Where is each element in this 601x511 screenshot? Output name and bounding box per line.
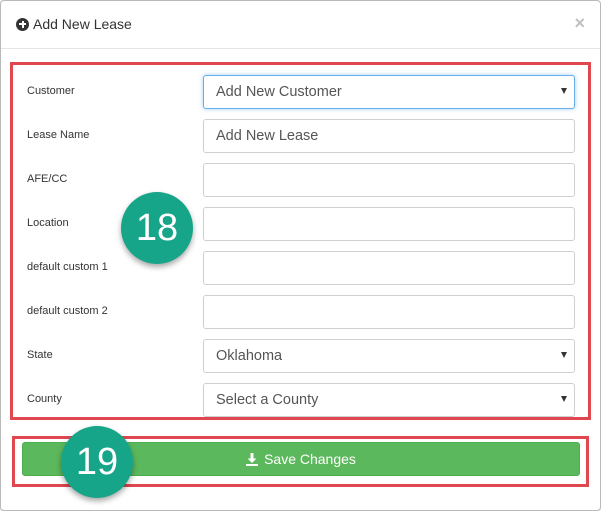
form-highlight-box [10, 62, 591, 420]
close-button[interactable]: × [574, 14, 585, 32]
step-badge-19: 19 [61, 426, 133, 498]
modal-title: Add New Lease [16, 16, 132, 32]
plus-circle-icon [16, 17, 29, 31]
modal-header: Add New Lease × [1, 1, 600, 49]
step-badge-18: 18 [121, 192, 193, 264]
modal-title-text: Add New Lease [33, 16, 132, 32]
